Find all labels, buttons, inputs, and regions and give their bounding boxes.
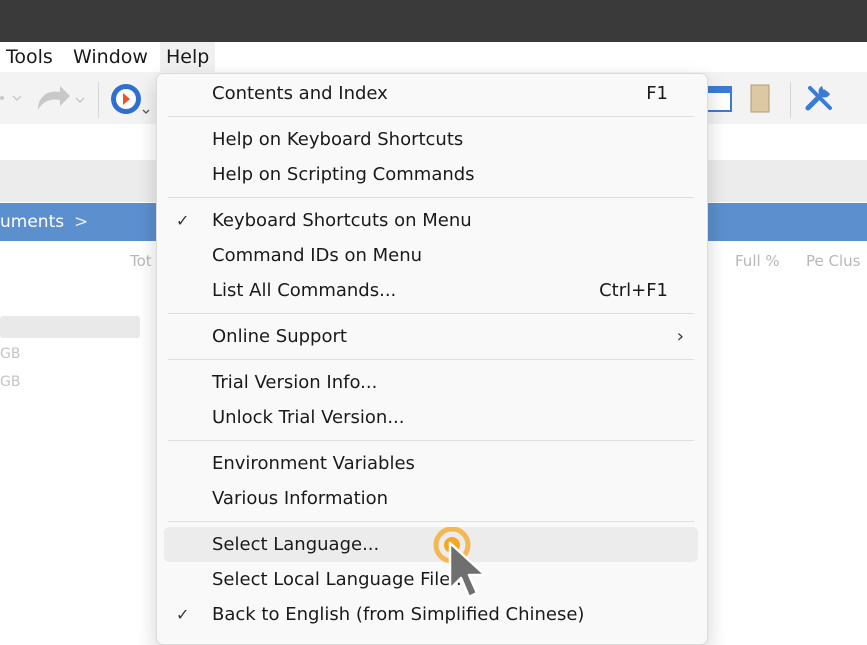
menu-item-label: Command IDs on Menu: [212, 245, 423, 266]
breadcrumb-item-documents[interactable]: uments: [0, 203, 64, 241]
menu-item-label: Various Information: [212, 488, 389, 509]
menu-item-various-information[interactable]: Various Information: [164, 481, 698, 516]
chevron-right-icon: >: [74, 212, 89, 232]
menu-item-label: List All Commands...: [212, 280, 397, 301]
tools-icon[interactable]: [802, 80, 838, 116]
column-header-per-cluster[interactable]: Pe Clus: [806, 244, 860, 278]
drive-size-text: GB: [0, 374, 21, 390]
drive-size-text: GB: [0, 346, 21, 362]
menu-item-label: Back to English (from Simplified Chinese…: [212, 604, 585, 625]
panel-icon[interactable]: [746, 82, 776, 116]
menu-item-help-scripting[interactable]: Help on Scripting Commands: [164, 157, 698, 192]
menu-item-shortcut: F1: [646, 83, 668, 104]
window-layout-icon[interactable]: [704, 84, 734, 114]
column-header-total[interactable]: Tot: [130, 244, 152, 278]
menu-separator: [168, 440, 694, 441]
menu-item-shortcut: Ctrl+F1: [599, 280, 668, 301]
menu-item-trial-version-info[interactable]: Trial Version Info...: [164, 365, 698, 400]
menu-item-label: Help on Keyboard Shortcuts: [212, 129, 464, 150]
menu-item-help-keyboard-shortcuts[interactable]: Help on Keyboard Shortcuts: [164, 122, 698, 157]
run-button-icon[interactable]: [108, 82, 152, 118]
menu-item-command-ids[interactable]: Command IDs on Menu: [164, 238, 698, 273]
menu-item-label: Select Language...: [212, 534, 380, 555]
menu-item-contents-index[interactable]: Contents and Index F1: [164, 76, 698, 111]
menu-item-label: Contents and Index: [212, 83, 388, 104]
menu-separator: [168, 197, 694, 198]
menu-bar: Tools Window Help: [0, 42, 867, 72]
menu-item-label: Keyboard Shortcuts on Menu: [212, 210, 472, 231]
checkmark-icon: ✓: [176, 211, 190, 230]
back-dropdown-icon[interactable]: [0, 84, 30, 114]
menu-separator: [168, 359, 694, 360]
menu-help[interactable]: Help: [160, 42, 216, 72]
checkmark-icon: ✓: [176, 605, 190, 624]
menu-window[interactable]: Window: [67, 42, 154, 72]
menu-item-label: Help on Scripting Commands: [212, 164, 475, 185]
menu-item-label: Trial Version Info...: [212, 372, 378, 393]
menu-item-label: Unlock Trial Version...: [212, 407, 405, 428]
menu-item-label: Online Support: [212, 326, 347, 347]
menu-item-environment-variables[interactable]: Environment Variables: [164, 446, 698, 481]
toolbar-separator: [98, 82, 99, 118]
menu-item-keyboard-shortcuts-on-menu[interactable]: ✓ Keyboard Shortcuts on Menu: [164, 203, 698, 238]
redo-icon[interactable]: [32, 82, 88, 116]
menu-separator: [168, 313, 694, 314]
menu-item-list-all-commands[interactable]: List All Commands... Ctrl+F1: [164, 273, 698, 308]
menu-item-online-support[interactable]: Online Support ›: [164, 319, 698, 354]
title-bar: [0, 0, 867, 42]
menu-item-unlock-trial[interactable]: Unlock Trial Version...: [164, 400, 698, 435]
toolbar-separator: [790, 82, 791, 118]
mouse-cursor-icon: [433, 527, 487, 599]
menu-tools[interactable]: Tools: [0, 42, 59, 72]
menu-item-label: Environment Variables: [212, 453, 415, 474]
submenu-chevron-icon: ›: [676, 326, 684, 347]
menu-separator: [168, 521, 694, 522]
drive-usage-bar: [0, 316, 140, 338]
column-header-full[interactable]: Full %: [735, 244, 780, 278]
menu-separator: [168, 116, 694, 117]
